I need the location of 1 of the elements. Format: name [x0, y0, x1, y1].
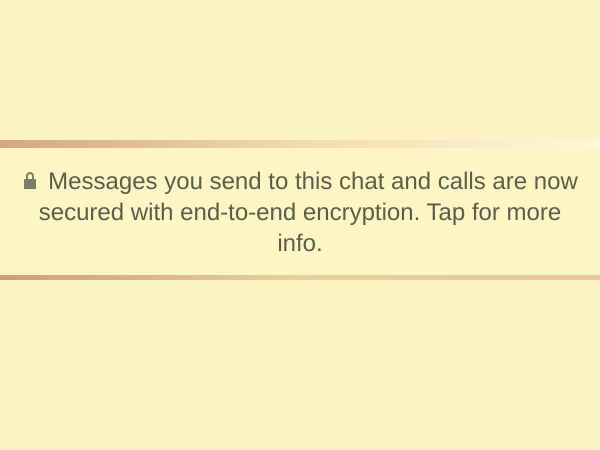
lock-icon	[22, 171, 38, 189]
